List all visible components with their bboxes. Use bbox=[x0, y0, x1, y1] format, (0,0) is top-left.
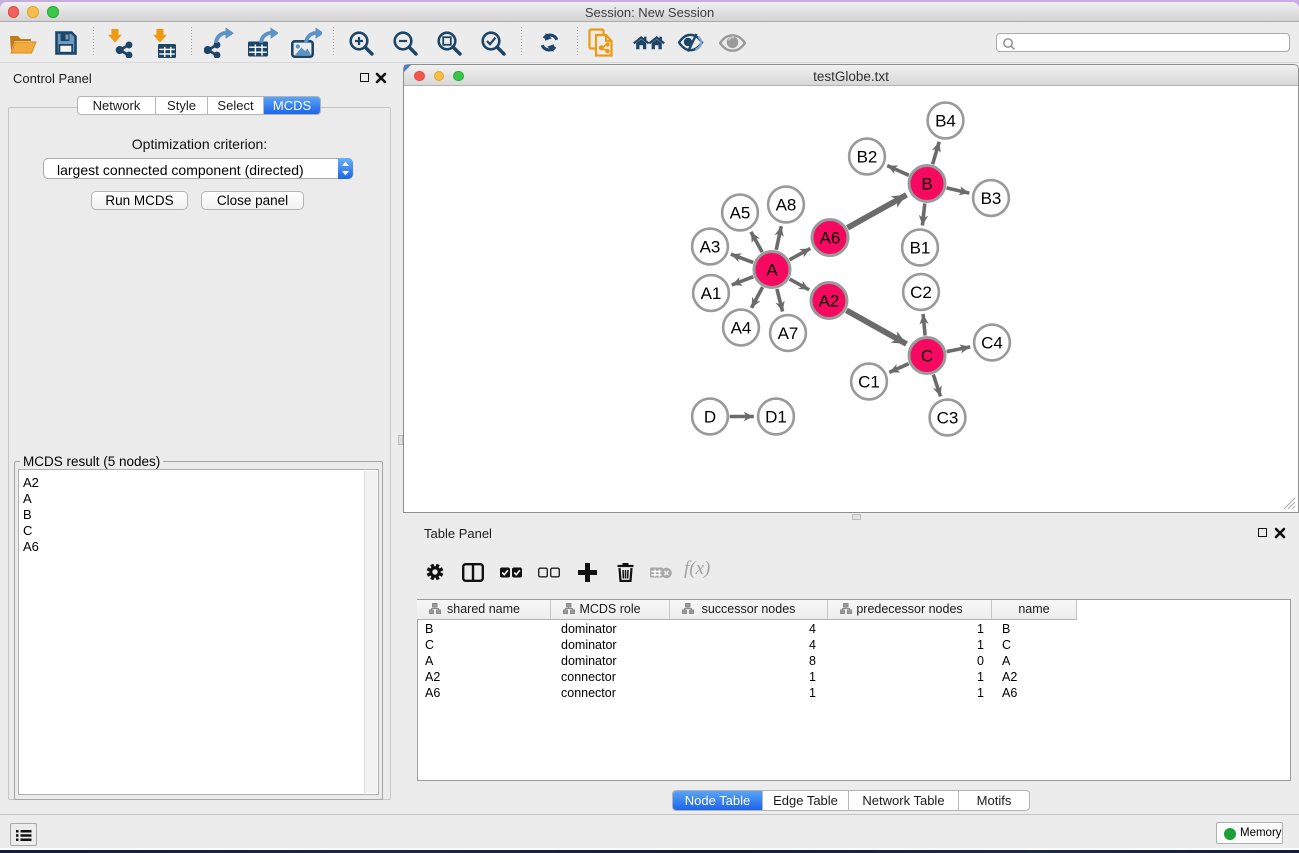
svg-text:A3: A3 bbox=[700, 238, 721, 257]
svg-text:C4: C4 bbox=[981, 334, 1003, 353]
svg-text:C2: C2 bbox=[910, 283, 932, 302]
svg-text:B4: B4 bbox=[935, 112, 956, 131]
svg-text:B3: B3 bbox=[981, 189, 1002, 208]
svg-text:A4: A4 bbox=[731, 319, 752, 338]
svg-text:C1: C1 bbox=[858, 373, 880, 392]
svg-text:D: D bbox=[704, 408, 716, 427]
svg-text:B1: B1 bbox=[910, 239, 931, 258]
svg-text:A2: A2 bbox=[819, 292, 840, 311]
svg-text:A1: A1 bbox=[701, 284, 722, 303]
svg-text:B: B bbox=[921, 175, 932, 194]
svg-text:A6: A6 bbox=[820, 229, 841, 248]
svg-text:A7: A7 bbox=[778, 324, 799, 343]
svg-text:A5: A5 bbox=[730, 204, 751, 223]
svg-text:A: A bbox=[766, 261, 778, 280]
svg-text:C: C bbox=[921, 347, 933, 366]
svg-text:A8: A8 bbox=[776, 196, 797, 215]
svg-text:B2: B2 bbox=[857, 148, 878, 167]
svg-text:C3: C3 bbox=[937, 409, 959, 428]
svg-text:D1: D1 bbox=[765, 408, 787, 427]
